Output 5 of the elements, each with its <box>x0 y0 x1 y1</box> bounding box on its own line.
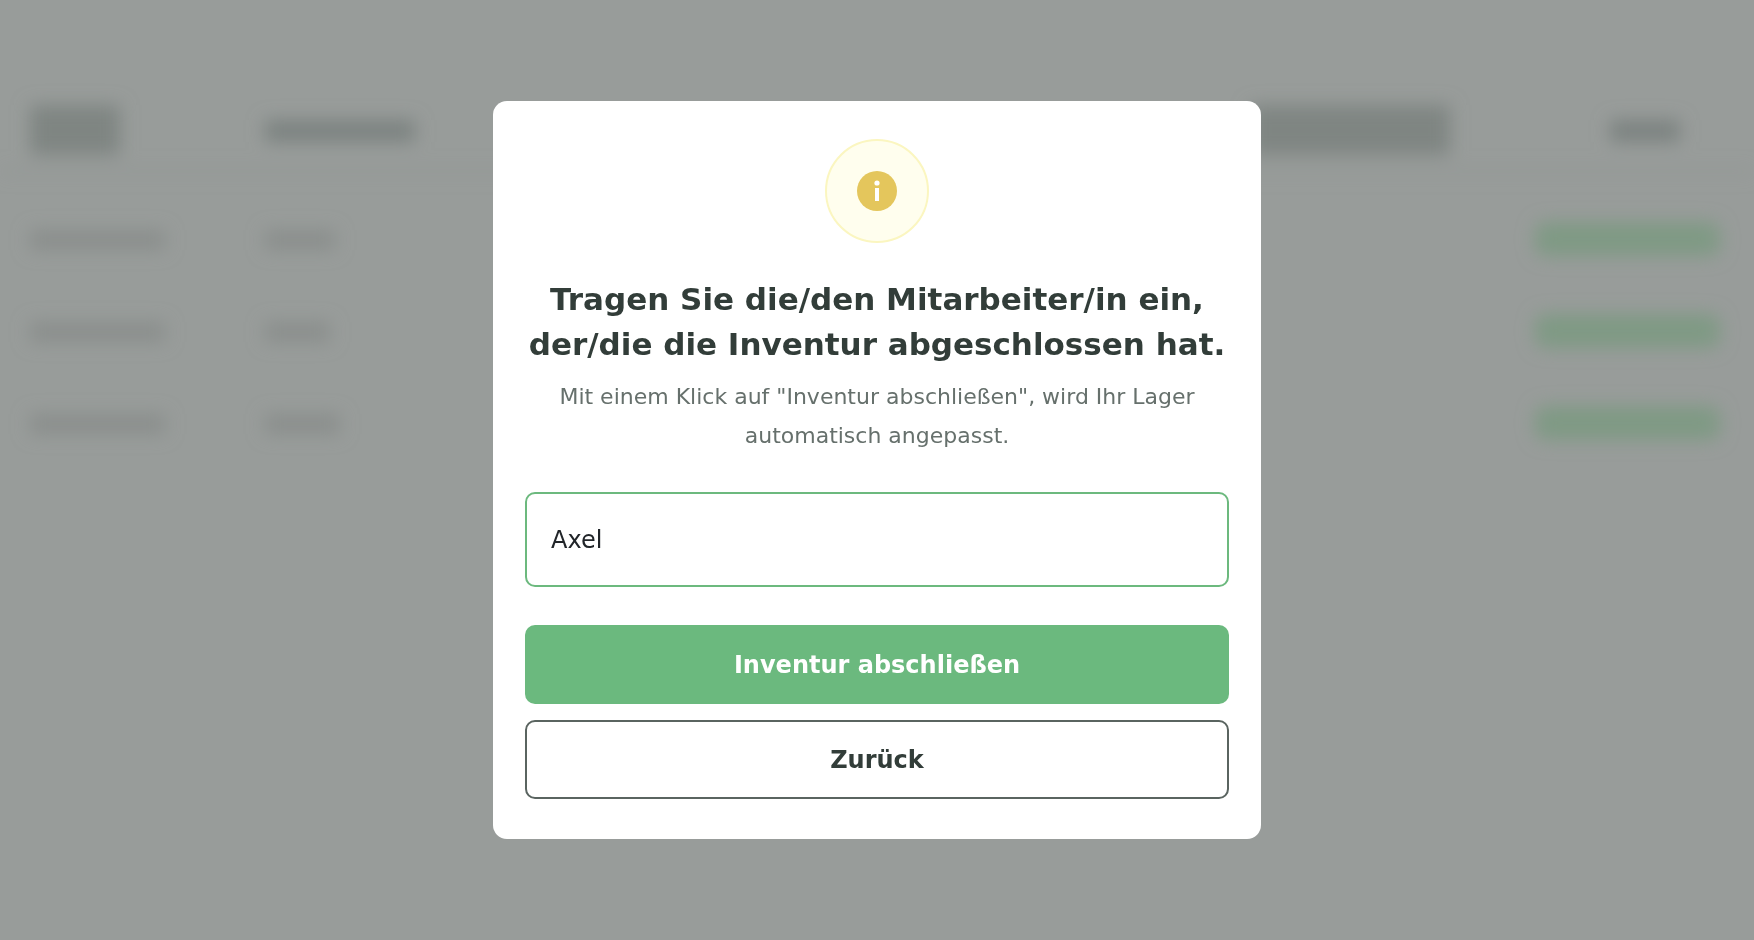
back-button[interactable]: Zurück <box>525 720 1229 800</box>
dialog-title: Tragen Sie die/den Mitarbeiter/in ein, der/die die Inventur abgeschlossen hat. <box>527 279 1227 364</box>
info-icon <box>857 170 897 211</box>
dialog-message: Mit einem Klick auf "Inventur abschließen", wird Ihr Lager automatisch angepasst. <box>558 382 1196 451</box>
employee-input-field[interactable]: Axel <box>525 492 1229 588</box>
